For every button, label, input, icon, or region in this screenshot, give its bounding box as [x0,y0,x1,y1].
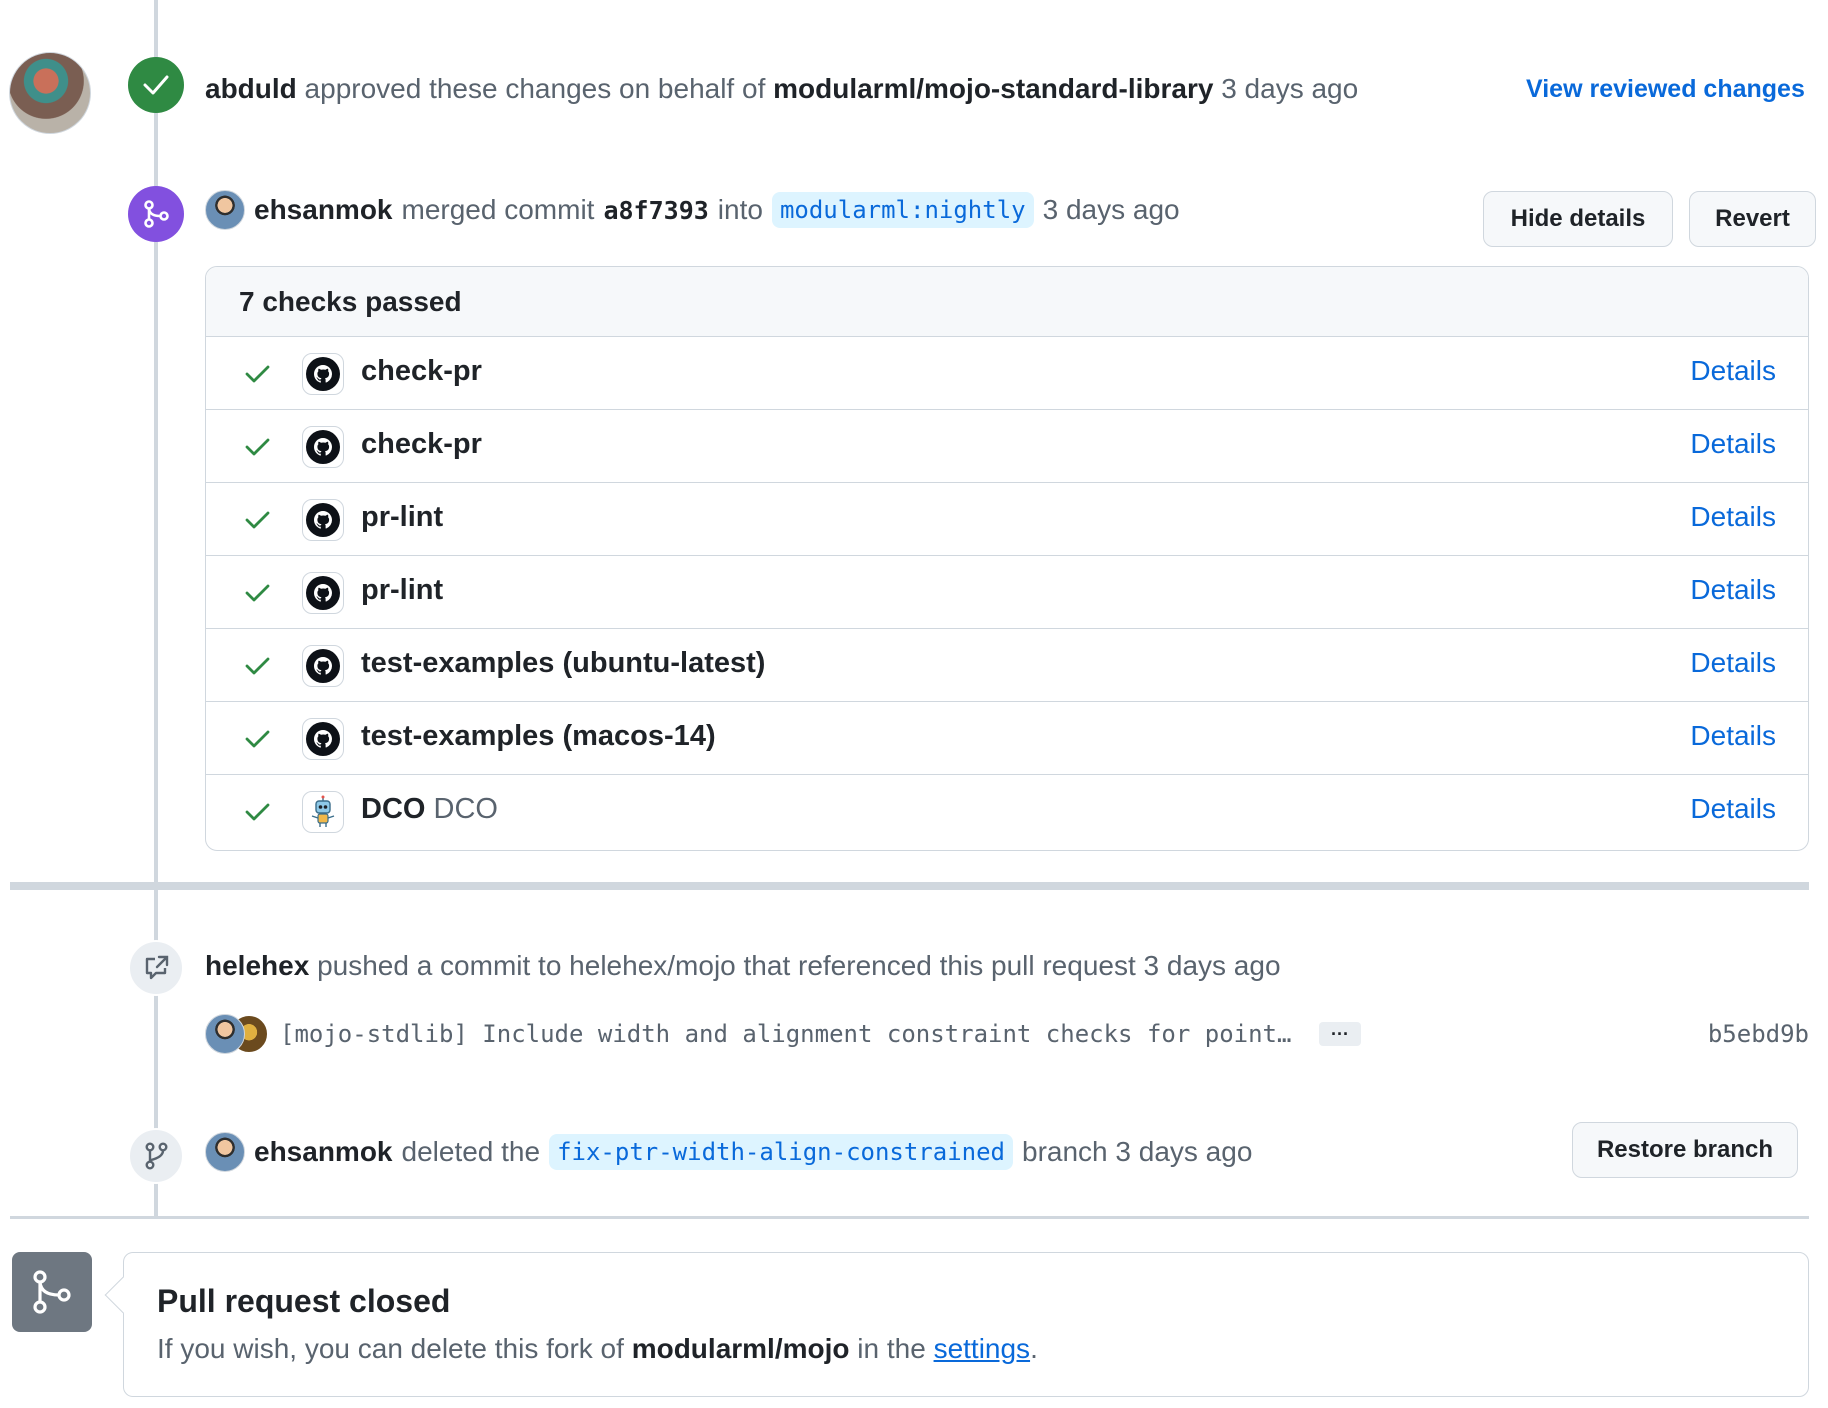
check-success-icon [242,651,272,681]
check-row: check-pr Details [206,410,1808,483]
view-reviewed-changes-link[interactable]: View reviewed changes [1526,75,1805,104]
check-name: DCO DCO [361,793,498,826]
closed-sub-middle: in the [857,1333,926,1364]
check-details-link[interactable]: Details [1690,793,1776,825]
closed-sub-after: . [1030,1333,1038,1364]
dco-robot-icon[interactable] [302,791,344,833]
expand-commit-button[interactable]: ··· [1319,1022,1361,1046]
revert-button[interactable]: Revert [1689,191,1816,247]
merge-user[interactable]: ehsanmok [254,194,393,226]
check-name: pr-lint [361,501,443,534]
restore-branch-button[interactable]: Restore branch [1572,1122,1798,1178]
check-title: check-pr [361,428,482,460]
github-icon[interactable] [302,572,344,614]
pull-request-closed-box: Pull request closed If you wish, you can… [123,1252,1809,1397]
github-icon[interactable] [302,353,344,395]
check-name: test-examples (macos-14) [361,720,716,753]
delete-branch-time: branch 3 days ago [1022,1136,1253,1167]
check-success-icon [242,797,272,827]
check-title: pr-lint [361,501,444,533]
check-name: test-examples (ubuntu-latest) [361,647,765,680]
check-row: test-examples (macos-14) Details [206,702,1808,775]
push-user[interactable]: helehex [205,950,309,981]
check-details-link[interactable]: Details [1690,647,1776,679]
deleted-branch-name[interactable]: fix-ptr-width-align-constrained [549,1134,1014,1170]
closed-repo: modularml/mojo [631,1333,850,1364]
github-icon[interactable] [302,499,344,541]
check-details-link[interactable]: Details [1690,355,1776,387]
check-description: DCO [433,793,498,825]
merge-commit-sha[interactable]: a8f7393 [603,196,708,225]
approval-text: approved these changes on behalf of [304,73,766,104]
commit-message[interactable]: [mojo-stdlib] Include width and alignmen… [280,1020,1291,1048]
check-name: pr-lint [361,574,443,607]
push-text: pushed a commit to helehex/mojo that ref… [317,950,1281,981]
check-row: pr-lint Details [206,556,1808,629]
check-success-icon [242,578,272,608]
merged-icon [128,186,184,242]
check-row: check-pr Details [206,337,1808,410]
merge-text: merged commit [401,194,595,225]
cross-reference-icon [128,940,184,996]
branch-icon [128,1128,184,1184]
checks-panel: 7 checks passed check-pr Details check-pr D… [205,266,1809,851]
github-icon[interactable] [302,645,344,687]
check-title: DCO [361,793,426,825]
check-row: DCO DCO Details [206,775,1808,848]
delete-branch-event: ehsanmok deleted the fix-ptr-width-align… [205,1132,1252,1172]
delete-text: deleted the [401,1136,541,1167]
merge-target-branch[interactable]: modularml:nightly [771,192,1034,228]
avatar-abduld[interactable] [9,52,91,134]
check-success-icon [242,432,272,462]
commit-author-avatar-front [205,1014,245,1054]
timeline-line-top [154,0,158,882]
check-success-icon [242,724,272,754]
commit-sha[interactable]: b5ebd9b [1708,1020,1809,1048]
merge-event: ehsanmok merged commit a8f7393 into modu… [205,190,1180,230]
timeline-end-divider [10,1216,1809,1219]
check-details-link[interactable]: Details [1690,501,1776,533]
check-title: check-pr [361,355,482,387]
check-row: test-examples (ubuntu-latest) Details [206,629,1808,702]
check-name: check-pr [361,355,482,388]
check-details-link[interactable]: Details [1690,428,1776,460]
check-details-link[interactable]: Details [1690,720,1776,752]
approval-time[interactable]: 3 days ago [1221,73,1358,104]
merge-time[interactable]: 3 days ago [1043,194,1180,226]
check-title: pr-lint [361,574,444,606]
avatar-ehsanmok[interactable] [205,190,245,230]
approval-org[interactable]: modularml/mojo-standard-library [773,73,1213,104]
approval-event: abduld approved these changes on behalf … [205,73,1358,105]
check-name: check-pr [361,428,482,461]
check-title: test-examples (ubuntu-latest) [361,647,766,679]
check-success-icon [242,505,272,535]
checks-list: check-pr Details check-pr Details pr-lint Det… [206,337,1808,848]
merge-into-text: into [717,194,763,225]
delete-user[interactable]: ehsanmok [254,1136,393,1168]
check-title: test-examples (macos-14) [361,720,716,752]
closed-sub-before: If you wish, you can delete this fork of [157,1333,624,1364]
referenced-commit: [mojo-stdlib] Include width and alignmen… [205,1012,1809,1058]
closed-title: Pull request closed [157,1283,451,1319]
pull-request-closed-icon [12,1252,92,1332]
github-icon[interactable] [302,718,344,760]
settings-link[interactable]: settings [934,1333,1031,1364]
push-event: helehex pushed a commit to helehex/mojo … [205,950,1281,982]
approved-check-icon [128,57,184,113]
hide-details-button[interactable]: Hide details [1483,191,1673,247]
closed-message: If you wish, you can delete this fork of… [157,1333,1038,1365]
check-row: pr-lint Details [206,483,1808,556]
approval-user[interactable]: abduld [205,73,297,104]
checks-header: 7 checks passed [206,267,1808,337]
avatar-ehsanmok-2[interactable] [205,1132,245,1172]
github-icon[interactable] [302,426,344,468]
timeline-divider [10,882,1809,890]
check-details-link[interactable]: Details [1690,574,1776,606]
check-success-icon [242,359,272,389]
